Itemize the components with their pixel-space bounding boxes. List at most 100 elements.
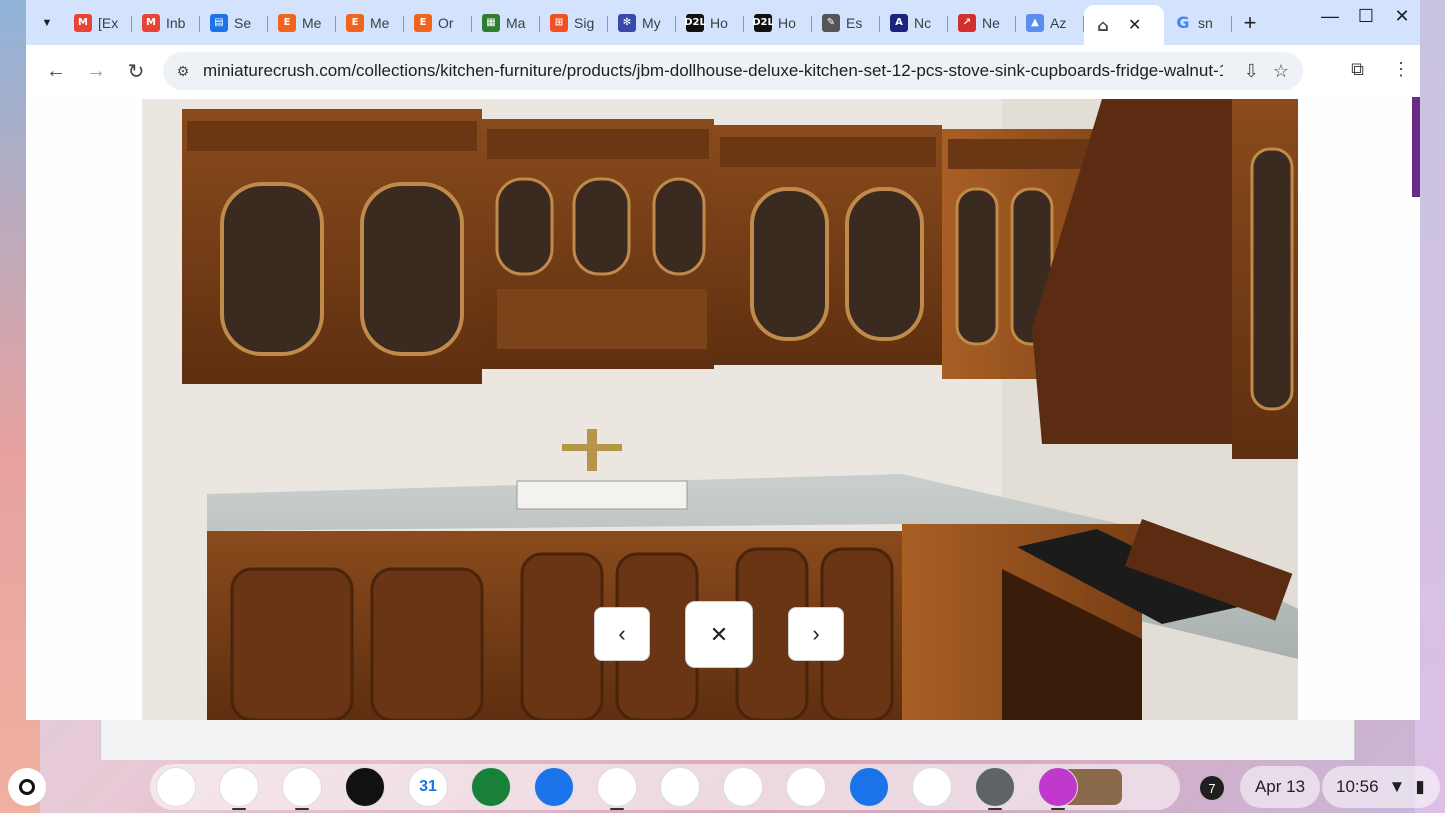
maximize-icon[interactable]: ☐ — [1348, 6, 1384, 27]
tab-strip: ▼ M [Ex M Inb ▤ Se E Me E Me E Or ▦ Ma ⊞ Sig ✻ My D2L Ho D2L… — [26, 0, 1420, 45]
tab-11[interactable]: ✎ Es — [812, 6, 880, 40]
next-image-button[interactable]: › — [788, 607, 844, 661]
tab-label: Me — [302, 14, 322, 31]
running-indicator — [988, 808, 1002, 810]
running-indicator — [295, 808, 309, 810]
chrome-icon[interactable] — [219, 767, 259, 810]
wifi-icon: ▼ — [1388, 777, 1406, 796]
status-area[interactable]: 10:56 ▼ ▮ — [1322, 766, 1440, 808]
settings-icon[interactable] — [975, 767, 1015, 810]
tab-label: Sig — [574, 14, 595, 31]
tab-10[interactable]: D2L Ho — [744, 6, 812, 40]
meet-icon[interactable] — [597, 767, 637, 810]
messages-icon[interactable] — [534, 767, 574, 807]
tab-1[interactable]: M Inb — [132, 6, 200, 40]
reload-icon[interactable]: ↻ — [116, 59, 156, 84]
chromeos-shelf: 31 7 Apr 13 10:56 ▼ ▮ — [0, 760, 1445, 813]
tab-3[interactable]: E Me — [268, 6, 336, 40]
tab-label: Es — [846, 14, 863, 31]
running-indicator — [610, 808, 624, 810]
tab-6[interactable]: ▦ Ma — [472, 6, 540, 40]
tab-2[interactable]: ▤ Se — [200, 6, 268, 40]
gemini-icon[interactable] — [156, 767, 196, 807]
tab-label: Or — [438, 14, 454, 31]
tab-0[interactable]: M [Ex — [64, 6, 132, 40]
tab-label: sn — [1198, 14, 1213, 31]
youtube-icon[interactable] — [723, 767, 763, 807]
new-tab-button[interactable]: + — [1232, 10, 1268, 36]
tab-label: Ma — [506, 14, 526, 31]
tab-label: Ho — [710, 14, 728, 31]
tab-label: Ho — [778, 14, 796, 31]
tab-google[interactable]: G sn — [1164, 6, 1232, 40]
date-display[interactable]: Apr 13 — [1240, 766, 1320, 808]
calendar-icon[interactable]: 31 — [408, 767, 448, 807]
window-controls: — ☐ ✕ — [1312, 6, 1420, 27]
close-tab-icon[interactable]: ✕ — [1128, 15, 1141, 35]
tab-12[interactable]: A Nc — [880, 6, 948, 40]
tab-active[interactable]: ⌂ ✕ — [1084, 5, 1164, 45]
clock: 10:56 — [1336, 777, 1379, 796]
google-icon: G — [1176, 13, 1190, 32]
tab-label: Ne — [982, 14, 1000, 31]
gmail-icon[interactable] — [282, 767, 322, 810]
running-indicator — [1051, 808, 1065, 810]
microsoft-icon: ⊞ — [550, 13, 568, 32]
screencast-icon[interactable] — [1038, 767, 1078, 810]
gmail-icon: M — [142, 13, 160, 32]
extensions-icon[interactable]: ⧉ — [1351, 59, 1364, 80]
tab-label: My — [642, 14, 661, 31]
notification-badge[interactable]: 7 — [1200, 776, 1224, 800]
back-icon[interactable]: ← — [36, 60, 76, 83]
close-window-icon[interactable]: ✕ — [1384, 6, 1420, 27]
tab-label: [Ex — [98, 14, 119, 31]
tab-13[interactable]: ↗ Ne — [948, 6, 1016, 40]
tab-label: Az — [1050, 14, 1067, 31]
files-icon[interactable] — [849, 767, 889, 807]
etsy-icon: E — [346, 13, 364, 32]
play-store-icon[interactable] — [660, 767, 700, 807]
forward-icon[interactable]: → — [76, 60, 116, 83]
letter-a-icon: A — [890, 13, 908, 32]
background-window — [100, 720, 1355, 760]
page-scrollbar[interactable] — [1412, 97, 1420, 197]
apps-grid-icon[interactable] — [471, 767, 511, 807]
gmail-icon: M — [74, 13, 92, 32]
tab-5[interactable]: E Or — [404, 6, 472, 40]
d2l-icon: D2L — [684, 13, 706, 32]
signature-icon: ✎ — [822, 13, 840, 32]
browser-toolbar: ← → ↻ ⚙ miniaturecrush.com/collections/k… — [26, 45, 1420, 97]
etsy-icon: E — [278, 13, 296, 32]
url-text[interactable]: miniaturecrush.com/collections/kitchen-f… — [203, 61, 1223, 81]
pinwheel-icon: ✻ — [618, 13, 636, 32]
address-bar[interactable]: ⚙ miniaturecrush.com/collections/kitchen… — [163, 52, 1303, 90]
more-menu-icon[interactable]: ⋮ — [1392, 59, 1410, 80]
shelf-apps: 31 — [150, 764, 1180, 810]
azure-icon: ▲ — [1026, 13, 1044, 32]
tab-label: Me — [370, 14, 390, 31]
gallery-icon: ▦ — [482, 13, 500, 32]
previous-image-button[interactable]: ‹ — [594, 607, 650, 661]
etsy-icon: E — [414, 13, 432, 32]
photos-icon[interactable] — [786, 767, 826, 807]
running-indicator — [232, 808, 246, 810]
close-lightbox-button[interactable]: ✕ — [685, 601, 753, 668]
launcher-button[interactable] — [8, 768, 46, 806]
podcast-icon[interactable] — [345, 767, 385, 807]
bookmark-star-icon[interactable]: ☆ — [1273, 61, 1289, 82]
tab-label: Inb — [166, 14, 186, 31]
copilot-icon[interactable] — [912, 767, 952, 807]
chevron-down-icon: ▼ — [41, 16, 53, 29]
tab-search-button[interactable]: ▼ — [30, 8, 64, 38]
browser-window: ▼ M [Ex M Inb ▤ Se E Me E Me E Or ▦ Ma ⊞ Sig ✻ My D2L Ho D2L… — [26, 0, 1420, 720]
tab-7[interactable]: ⊞ Sig — [540, 6, 608, 40]
tab-8[interactable]: ✻ My — [608, 6, 676, 40]
site-settings-icon[interactable]: ⚙ — [163, 63, 203, 80]
tab-4[interactable]: E Me — [336, 6, 404, 40]
tab-9[interactable]: D2L Ho — [676, 6, 744, 40]
battery-icon: ▮ — [1415, 777, 1425, 796]
docs-icon: ▤ — [210, 13, 228, 32]
minimize-icon[interactable]: — — [1312, 6, 1348, 27]
tab-14[interactable]: ▲ Az — [1016, 6, 1084, 40]
install-app-icon[interactable]: ⇩ — [1244, 61, 1259, 82]
